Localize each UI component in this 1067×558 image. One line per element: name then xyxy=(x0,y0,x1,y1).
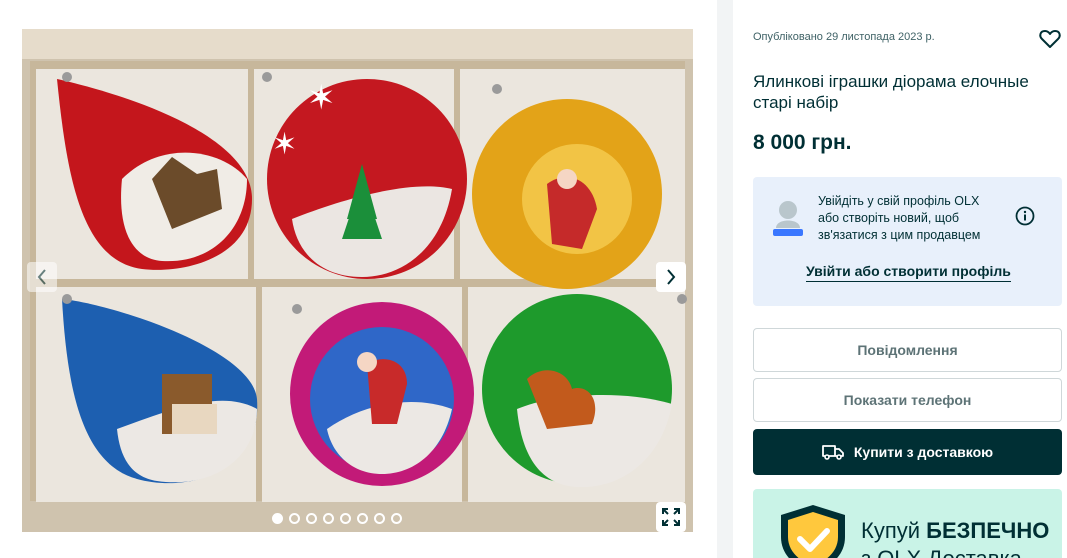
posted-date: Опубліковано 29 листопада 2023 р. xyxy=(753,31,935,43)
chevron-left-icon xyxy=(37,269,46,285)
promo-prefix: Купуй xyxy=(861,518,927,543)
safe-delivery-promo[interactable]: Купуй БЕЗПЕЧНО з OLX Доставка xyxy=(753,489,1062,558)
next-photo-button[interactable] xyxy=(656,262,686,292)
buy-button-label: Купити з доставкою xyxy=(853,444,994,460)
avatar-icon xyxy=(771,198,805,243)
login-prompt-text: Увійдіть у свій профіль OLX або створіть… xyxy=(818,194,981,242)
listing-photo[interactable]: ✶ ✶ xyxy=(22,29,693,532)
svg-text:✶: ✶ xyxy=(272,127,297,162)
buy-with-delivery-button[interactable]: Купити з доставкою xyxy=(753,429,1062,475)
promo-bold: БЕЗПЕЧНО xyxy=(926,518,1050,543)
ornaments-photo-image: ✶ ✶ xyxy=(22,29,693,532)
svg-text:✶: ✶ xyxy=(307,78,336,118)
pagination-dot[interactable] xyxy=(357,513,368,524)
pagination-dot[interactable] xyxy=(306,513,317,524)
photo-pagination xyxy=(272,513,402,524)
promo-text: Купуй БЕЗПЕЧНО з OLX Доставка xyxy=(861,517,1049,558)
heart-icon xyxy=(1039,30,1061,48)
pagination-dot[interactable] xyxy=(272,513,283,524)
info-icon[interactable] xyxy=(1015,206,1035,231)
pagination-dot[interactable] xyxy=(323,513,334,524)
message-button[interactable]: Повідомлення xyxy=(753,328,1062,372)
pagination-dot[interactable] xyxy=(289,513,300,524)
fullscreen-icon xyxy=(662,508,680,526)
shield-check-icon xyxy=(777,503,849,558)
login-prompt: Увійдіть у свій профіль OLX або створіть… xyxy=(753,177,1062,306)
login-link[interactable]: Увійти або створити профіль xyxy=(806,263,1011,282)
pagination-dot[interactable] xyxy=(391,513,402,524)
gallery-panel: ✶ ✶ xyxy=(0,0,717,558)
chevron-right-icon xyxy=(667,269,676,285)
truck-icon xyxy=(821,445,844,460)
pagination-dot[interactable] xyxy=(340,513,351,524)
listing-price: 8 000 грн. xyxy=(753,131,852,154)
show-phone-button[interactable]: Показати телефон xyxy=(753,378,1062,422)
listing-sidebar: Опубліковано 29 листопада 2023 р. Ялинко… xyxy=(733,0,1067,558)
promo-line2: з OLX Доставка xyxy=(861,546,1022,558)
prev-photo-button[interactable] xyxy=(27,262,57,292)
listing-title: Ялинкові іграшки діорама елочные старі н… xyxy=(753,72,1029,112)
fullscreen-button[interactable] xyxy=(656,502,686,532)
pagination-dot[interactable] xyxy=(374,513,385,524)
favorite-button[interactable] xyxy=(1038,27,1062,51)
